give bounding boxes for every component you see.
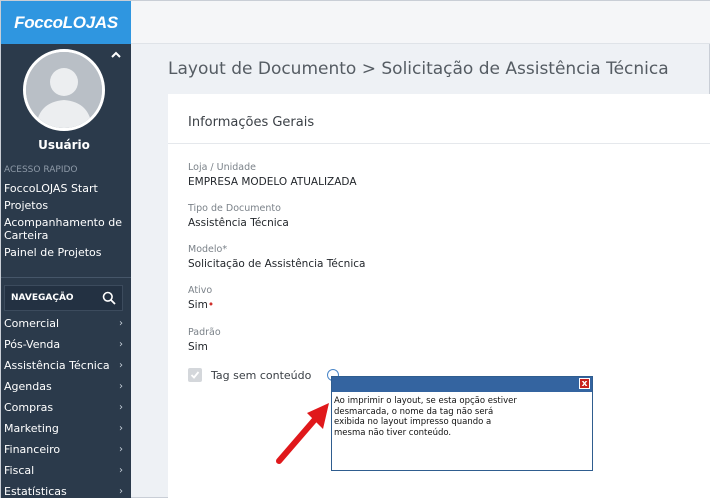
field-value: Assistência Técnica — [188, 217, 289, 229]
check-icon — [190, 371, 200, 379]
chevron-right-icon: › — [119, 444, 123, 455]
sidebar-item-financeiro[interactable]: Financeiro › — [1, 439, 129, 460]
sidebar-item-estatisticas[interactable]: Estatísticas › — [1, 481, 129, 498]
nav-label: NAVEGAÇÃO — [11, 293, 74, 303]
avatar[interactable] — [23, 49, 105, 131]
divider — [168, 143, 710, 144]
quick-access-list: FoccoLOJAS Start Projetos Acompanhamento… — [4, 182, 129, 263]
sidebar-item-agendas[interactable]: Agendas › — [1, 376, 129, 397]
panel-title: Informações Gerais — [188, 115, 315, 130]
brand-logo[interactable]: FoccoLOJAS — [1, 1, 131, 44]
chevron-right-icon: › — [119, 360, 123, 371]
chevron-right-icon: › — [119, 486, 123, 497]
sidebar-item-pos-venda[interactable]: Pós-Venda › — [1, 334, 129, 355]
field-tipo-documento: Tipo de Documento Assistência Técnica — [188, 203, 289, 229]
quick-access-item[interactable]: Acompanhamento de Carteira — [4, 216, 129, 242]
chevron-right-icon: › — [119, 465, 123, 476]
field-modelo: Modelo* Solicitação de Assistência Técni… — [188, 244, 365, 270]
nav-search[interactable]: NAVEGAÇÃO — [4, 285, 123, 311]
chevron-right-icon: › — [119, 339, 123, 350]
quick-access-item[interactable]: Painel de Projetos — [4, 246, 129, 259]
field-label: Modelo* — [188, 244, 228, 255]
field-value: EMPRESA MODELO ATUALIZADA — [188, 176, 357, 188]
sidebar-item-compras[interactable]: Compras › — [1, 397, 129, 418]
field-label: Ativo — [188, 285, 213, 296]
quick-access-item[interactable]: Projetos — [4, 199, 129, 212]
chevron-up-icon[interactable] — [110, 49, 122, 61]
chevron-right-icon: › — [119, 381, 123, 392]
sidebar-item-marketing[interactable]: Marketing › — [1, 418, 129, 439]
chevron-right-icon: › — [119, 318, 123, 329]
chevron-right-icon: › — [119, 402, 123, 413]
tooltip-header: x — [332, 377, 592, 392]
help-tooltip: x Ao imprimir o layout, se esta opção es… — [331, 376, 593, 471]
required-mark: • — [207, 299, 215, 311]
top-bar — [131, 1, 710, 44]
brand-name: FoccoLOJAS — [14, 12, 118, 32]
field-label: Tipo de Documento — [188, 203, 281, 214]
sidebar-item-fiscal[interactable]: Fiscal › — [1, 460, 129, 481]
field-value: Solicitação de Assistência Técnica — [188, 258, 366, 270]
field-loja: Loja / Unidade EMPRESA MODELO ATUALIZADA — [188, 162, 357, 188]
field-label: Padrão — [188, 327, 221, 338]
field-value: Sim — [188, 341, 208, 353]
user-silhouette-icon — [26, 52, 102, 128]
divider — [1, 277, 131, 278]
user-name: Usuário — [38, 138, 90, 152]
field-value: Sim — [188, 299, 208, 311]
nav-menu: Comercial › Pós-Venda › Assistência Técnic… — [1, 313, 129, 498]
tag-sem-conteudo-checkbox[interactable]: Tag sem conteúdo — [188, 368, 311, 382]
field-label: Loja / Unidade — [188, 162, 256, 173]
sidebar-item-assistencia-tecnica[interactable]: Assistência Técnica › — [1, 355, 129, 376]
checkbox-label: Tag sem conteúdo — [211, 368, 312, 382]
field-ativo: Ativo Sim• — [188, 285, 214, 311]
page-title: Layout de Documento > Solicitação de Ass… — [168, 59, 669, 79]
chevron-right-icon: › — [119, 423, 123, 434]
annotation-arrow-icon — [276, 403, 329, 464]
sidebar: FoccoLOJAS Usuário ACESSO RAPIDO FoccoLO… — [1, 1, 131, 498]
field-padrao: Padrão Sim — [188, 327, 221, 353]
tooltip-text: Ao imprimir o layout, se esta opção esti… — [334, 396, 517, 438]
close-icon[interactable]: x — [579, 378, 590, 389]
quick-access-label: ACESSO RAPIDO — [4, 165, 78, 175]
sidebar-item-comercial[interactable]: Comercial › — [1, 313, 129, 334]
quick-access-item[interactable]: FoccoLOJAS Start — [4, 182, 129, 195]
search-icon[interactable] — [102, 291, 116, 305]
checkbox[interactable] — [188, 368, 202, 382]
